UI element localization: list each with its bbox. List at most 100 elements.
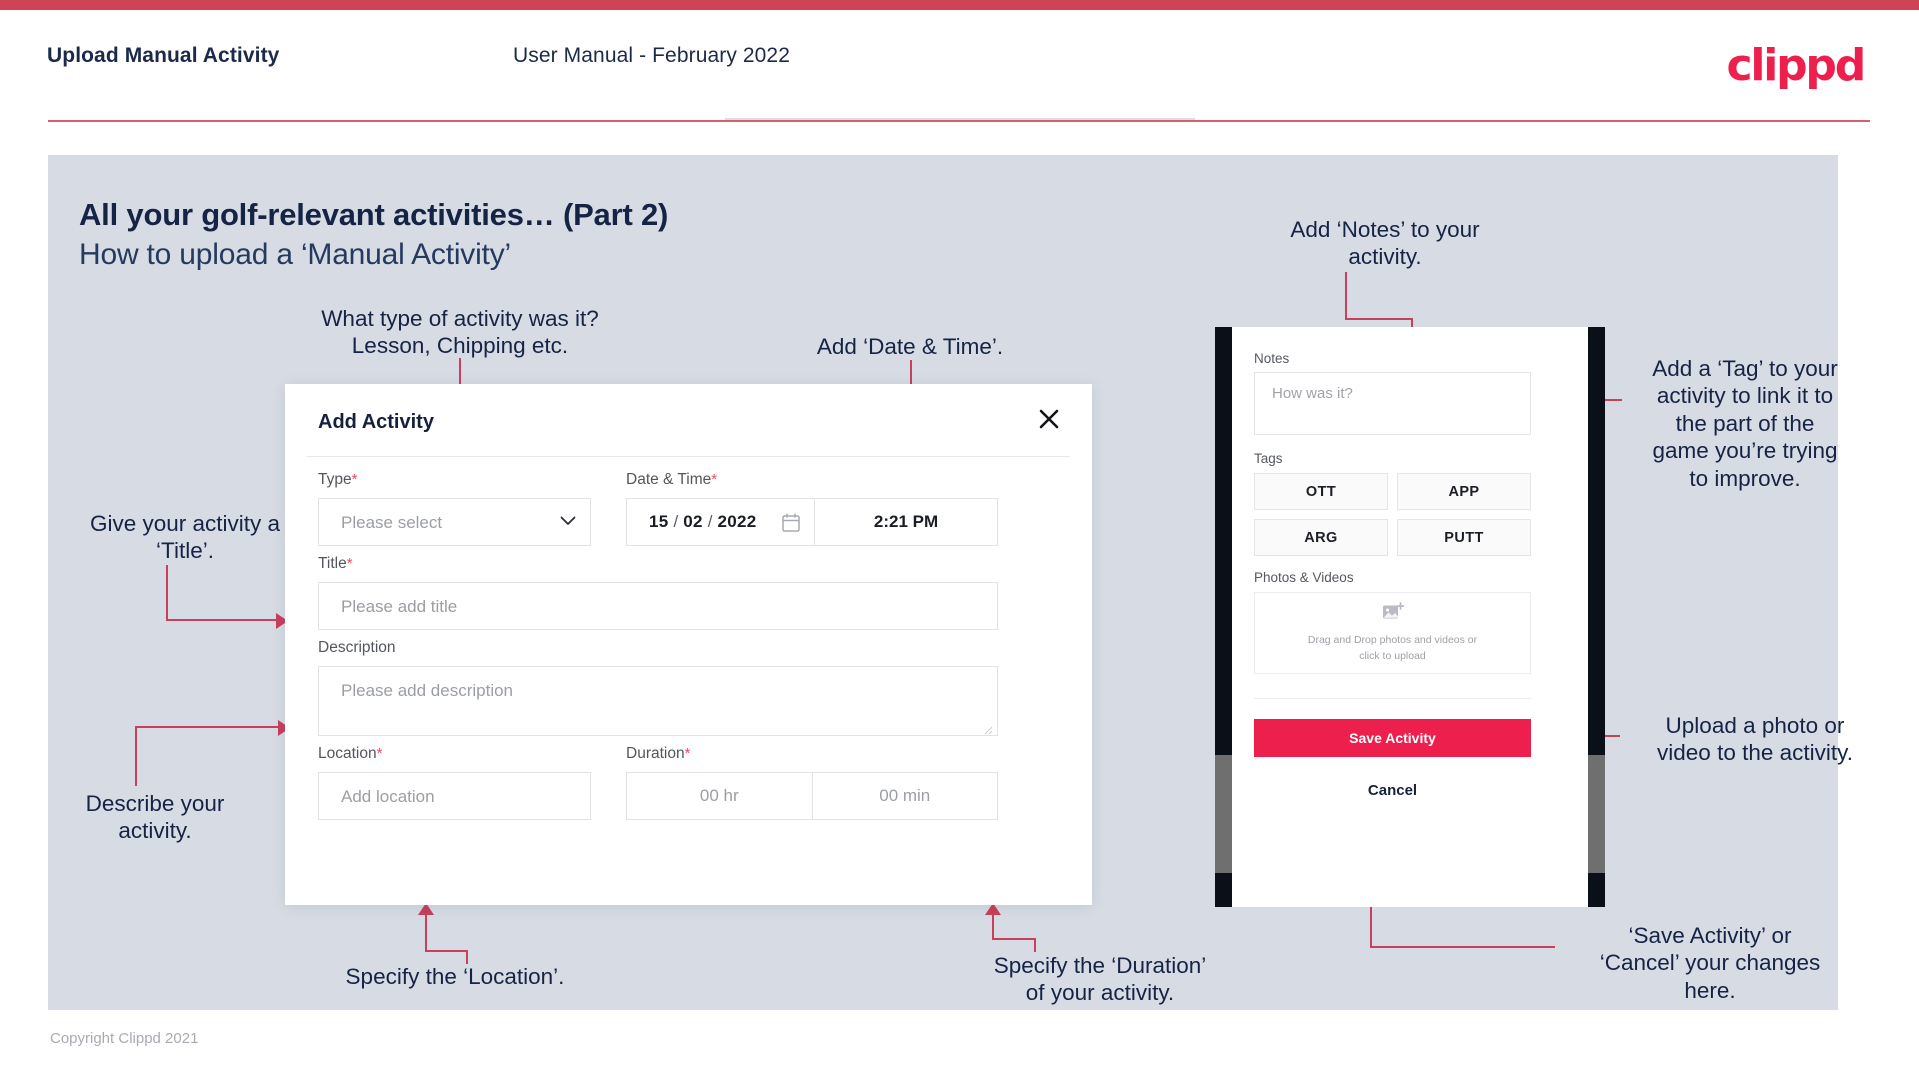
cancel-button[interactable]: Cancel	[1254, 777, 1531, 803]
annotation-type-line1: What type of activity was it?	[321, 306, 599, 331]
close-icon[interactable]	[1034, 404, 1064, 434]
annotation-save-line3: here.	[1684, 977, 1736, 1003]
tag-arg[interactable]: ARG	[1254, 519, 1388, 556]
date-year: 2022	[717, 512, 757, 531]
annotation-upload-line2: video to the activity.	[1657, 740, 1853, 766]
annotation-upload-line1: Upload a photo or	[1665, 713, 1845, 738]
time-input[interactable]: 2:21 PM	[815, 499, 997, 545]
annotation-notes-line1: Add ‘Notes’ to your	[1290, 217, 1480, 242]
phone-bezel-left-highlight	[1215, 755, 1232, 873]
duration-minutes-input[interactable]: 00 min	[813, 773, 998, 819]
top-accent-bar	[0, 0, 1919, 10]
annotation-type-line2: Lesson, Chipping etc.	[351, 333, 569, 359]
annotation-duration-line2: of your activity.	[1025, 980, 1175, 1006]
annotation-description-leader-h	[135, 726, 280, 728]
resize-handle-icon[interactable]	[983, 722, 993, 735]
modal-header-divider	[307, 456, 1070, 457]
phone-bezel-right-highlight	[1588, 755, 1605, 873]
header-divider-secondary	[725, 118, 1195, 120]
description-field-label: Description	[318, 639, 396, 657]
annotation-tags-line5: to improve.	[1689, 465, 1801, 491]
annotation-title: Give your activity a ‘Title’.	[45, 510, 325, 565]
photos-label: Photos & Videos	[1254, 570, 1354, 585]
location-field-label: Location*	[318, 745, 382, 763]
description-placeholder: Please add description	[341, 681, 514, 700]
date-sep-2: /	[707, 512, 713, 531]
annotation-duration-leader-v1	[1034, 940, 1036, 952]
type-label-text: Type	[318, 471, 352, 488]
duration-label-text: Duration	[626, 745, 685, 762]
annotation-notes-leader-h	[1345, 318, 1413, 320]
annotation-upload: Upload a photo or video to the activity.	[1625, 712, 1885, 767]
annotation-location: Specify the ‘Location’.	[345, 964, 565, 989]
annotation-description-line1: Describe your	[85, 791, 225, 816]
document-subtitle: User Manual - February 2022	[513, 44, 790, 67]
location-input[interactable]: Add location	[318, 772, 591, 820]
annotation-tags-line3: the part of the	[1675, 410, 1815, 436]
annotation-type: What type of activity was it? Lesson, Ch…	[305, 305, 615, 360]
notes-placeholder: How was it?	[1272, 385, 1353, 402]
annotation-notes-leader-v1	[1345, 272, 1347, 320]
datetime-required-marker: *	[711, 471, 718, 488]
title-label-text: Title	[318, 555, 347, 572]
datetime-field[interactable]: 15 / 02 / 2022 2:21 PM	[626, 498, 998, 546]
phone-divider	[1254, 698, 1531, 699]
description-textarea[interactable]: Please add description	[318, 666, 998, 736]
header-divider	[48, 120, 1870, 122]
photo-dropzone[interactable]: Drag and Drop photos and videos or click…	[1254, 592, 1531, 674]
tag-app[interactable]: APP	[1397, 473, 1531, 510]
duration-required-marker: *	[684, 745, 691, 762]
duration-hours-input[interactable]: 00 hr	[627, 773, 813, 819]
date-month: 02	[683, 512, 703, 531]
annotation-description-leader-v	[135, 726, 137, 786]
datetime-label-text: Date & Time	[626, 471, 712, 488]
calendar-icon[interactable]	[782, 513, 800, 537]
notes-textarea[interactable]: How was it?	[1254, 372, 1531, 435]
dropzone-text-line1: Drag and Drop photos and videos or	[1307, 634, 1478, 647]
title-field-label: Title*	[318, 555, 353, 573]
type-field-label: Type*	[318, 471, 357, 489]
type-placeholder: Please select	[341, 513, 443, 532]
date-input[interactable]: 15 / 02 / 2022	[627, 499, 815, 545]
modal-title: Add Activity	[318, 411, 434, 433]
date-sep-1: /	[673, 512, 679, 531]
annotation-location-leader-h	[425, 950, 468, 952]
annotation-description-line2: activity.	[118, 818, 192, 844]
title-input[interactable]: Please add title	[318, 582, 998, 630]
annotation-tags-line1: Add a ‘Tag’ to your	[1652, 356, 1838, 381]
tags-label: Tags	[1254, 451, 1283, 466]
annotation-save-line2: ‘Cancel’ your changes	[1599, 950, 1821, 976]
annotation-location-leader-v1	[466, 952, 468, 964]
time-value: 2:21 PM	[873, 512, 939, 531]
clippd-logo: clippd	[1726, 40, 1866, 91]
date-day: 15	[649, 512, 669, 531]
add-activity-modal: Add Activity Type* Please select Date & …	[285, 384, 1092, 905]
duration-field[interactable]: 00 hr 00 min	[626, 772, 998, 820]
duration-field-label: Duration*	[626, 745, 690, 763]
tag-ott[interactable]: OTT	[1254, 473, 1388, 510]
notes-label: Notes	[1254, 351, 1290, 366]
location-required-marker: *	[376, 745, 383, 762]
datetime-field-label: Date & Time*	[626, 471, 717, 489]
phone-screen: Notes How was it? Tags OTT APP ARG PUTT …	[1232, 327, 1588, 907]
annotation-duration-line1: Specify the ‘Duration’	[993, 953, 1207, 978]
annotation-title-line2: ‘Title’.	[156, 538, 214, 564]
slide-title: All your golf-relevant activities… (Part…	[79, 197, 669, 232]
description-label-text: Description	[318, 639, 396, 656]
dropzone-text-line2: click to upload	[1359, 649, 1426, 662]
location-placeholder: Add location	[341, 787, 435, 806]
annotation-tags: Add a ‘Tag’ to your activity to link it …	[1625, 355, 1865, 492]
annotation-save-cancel: ‘Save Activity’ or ‘Cancel’ your changes…	[1560, 922, 1860, 1004]
save-activity-button[interactable]: Save Activity	[1254, 719, 1531, 757]
type-select[interactable]: Please select	[318, 498, 591, 546]
title-placeholder: Please add title	[341, 597, 458, 616]
annotation-datetime: Add ‘Date & Time’.	[816, 334, 1004, 359]
tag-putt[interactable]: PUTT	[1397, 519, 1531, 556]
add-image-icon	[1382, 602, 1404, 627]
annotation-description: Describe your activity.	[30, 790, 280, 845]
footer-copyright: Copyright Clippd 2021	[50, 1030, 199, 1047]
title-required-marker: *	[346, 555, 353, 572]
location-label-text: Location	[318, 745, 377, 762]
phone-bezel-left	[1215, 327, 1232, 907]
dropzone-text: Drag and Drop photos and videos or click…	[1308, 633, 1477, 663]
